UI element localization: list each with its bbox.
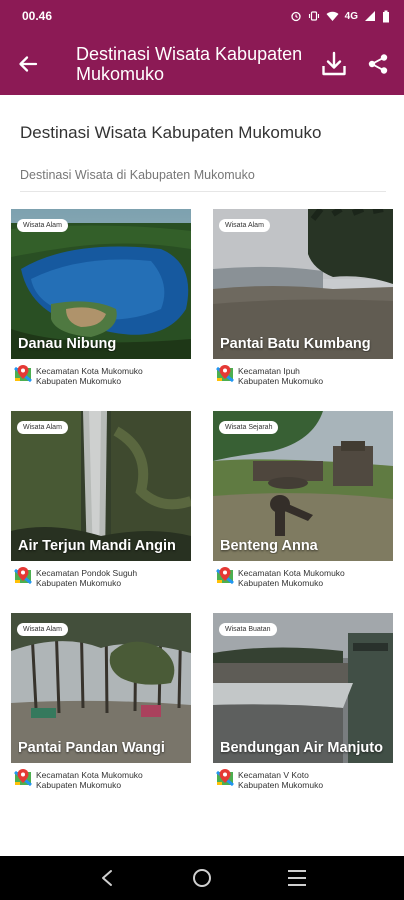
- destination-photo: Wisata Buatan Bendungan Air Manjuto: [213, 613, 393, 763]
- category-badge: Wisata Sejarah: [219, 421, 279, 434]
- destination-card[interactable]: Wisata Buatan Bendungan Air Manjuto Keca…: [213, 613, 393, 790]
- status-bar: 00.46 4G: [0, 0, 404, 32]
- vibrate-icon: [308, 11, 319, 21]
- destination-photo: Wisata Sejarah Benteng Anna: [213, 411, 393, 561]
- destination-card[interactable]: Wisata Alam Pantai Pandan Wangi Kecamata…: [11, 613, 191, 790]
- share-button[interactable]: [362, 48, 394, 80]
- card-title: Bendungan Air Manjuto: [220, 740, 383, 756]
- nav-recents-button[interactable]: [277, 858, 317, 898]
- nav-home-button[interactable]: [182, 858, 222, 898]
- card-location: Kecamatan Kota Mukomuko Kabupaten Mukomu…: [11, 768, 191, 790]
- category-badge: Wisata Alam: [17, 219, 68, 232]
- card-location: Kecamatan Kota Mukomuko Kabupaten Mukomu…: [11, 364, 191, 386]
- battery-icon: [383, 10, 389, 22]
- category-badge: Wisata Alam: [17, 421, 68, 434]
- destination-photo: Wisata Alam Air Terjun Mandi Angin: [11, 411, 191, 561]
- content-area: Destinasi Wisata Kabupaten Mukomuko Dest…: [0, 95, 404, 856]
- district-text: Kecamatan Kota Mukomuko: [36, 770, 143, 780]
- category-badge: Wisata Alam: [17, 623, 68, 636]
- destination-photo: Wisata Alam Danau Nibung: [11, 209, 191, 359]
- destination-card[interactable]: Wisata Alam Pantai Batu Kumbang Kecamata…: [213, 209, 393, 386]
- back-arrow-icon: [19, 55, 38, 72]
- nav-back-button[interactable]: [87, 858, 127, 898]
- share-icon: [368, 53, 388, 74]
- nav-back-icon: [102, 870, 113, 886]
- app-title: Destinasi Wisata Kabupaten Mukomuko: [76, 43, 303, 84]
- network-type: 4G: [344, 10, 358, 22]
- card-title: Danau Nibung: [18, 336, 117, 352]
- destination-card[interactable]: Wisata Alam Air Terjun Mandi Angin Kecam…: [11, 411, 191, 588]
- wifi-icon: [326, 11, 339, 21]
- signal-icon: [365, 11, 375, 21]
- card-title: Air Terjun Mandi Angin: [18, 538, 176, 554]
- regency-text: Kabupaten Mukomuko: [238, 578, 324, 588]
- location-pin-icon: [14, 567, 32, 585]
- location-pin-icon: [216, 769, 234, 787]
- destination-card[interactable]: Wisata Alam Danau Nibung Kecamatan Kota …: [11, 209, 191, 386]
- destination-photo: Wisata Alam Pantai Batu Kumbang: [213, 209, 393, 359]
- district-text: Kecamatan Kota Mukomuko: [36, 366, 143, 376]
- nav-home-icon: [192, 869, 211, 887]
- district-text: Kecamatan Ipuh: [238, 366, 300, 376]
- regency-text: Kabupaten Mukomuko: [36, 780, 122, 790]
- district-text: Kecamatan V Koto: [238, 770, 309, 780]
- regency-text: Kabupaten Mukomuko: [36, 376, 122, 386]
- status-time: 00.46: [22, 9, 53, 23]
- download-icon: [322, 51, 346, 75]
- card-title: Pantai Pandan Wangi: [18, 740, 165, 756]
- card-location: Kecamatan Ipuh Kabupaten Mukomuko: [213, 364, 393, 386]
- divider: [20, 191, 386, 192]
- district-text: Kecamatan Kota Mukomuko: [238, 568, 345, 578]
- district-text: Kecamatan Pondok Suguh: [36, 568, 138, 578]
- category-badge: Wisata Alam: [219, 219, 270, 232]
- card-title: Benteng Anna: [220, 538, 318, 554]
- back-button[interactable]: [0, 32, 56, 95]
- destination-photo: Wisata Alam Pantai Pandan Wangi: [11, 613, 191, 763]
- card-title: Pantai Batu Kumbang: [220, 336, 371, 352]
- destination-card[interactable]: Wisata Sejarah Benteng Anna Kecamatan Ko…: [213, 411, 393, 588]
- system-nav-bar: [0, 856, 404, 900]
- nav-recents-icon: [287, 870, 306, 886]
- page-subheading: Destinasi Wisata di Kabupaten Mukomuko: [20, 168, 255, 182]
- location-pin-icon: [14, 769, 32, 787]
- page-heading: Destinasi Wisata Kabupaten Mukomuko: [20, 123, 322, 142]
- card-location: Kecamatan V Koto Kabupaten Mukomuko: [213, 768, 393, 790]
- category-badge: Wisata Buatan: [219, 623, 277, 636]
- card-location: Kecamatan Pondok Suguh Kabupaten Mukomuk…: [11, 566, 191, 588]
- regency-text: Kabupaten Mukomuko: [238, 376, 324, 386]
- regency-text: Kabupaten Mukomuko: [238, 780, 324, 790]
- regency-text: Kabupaten Mukomuko: [36, 578, 122, 588]
- location-pin-icon: [216, 365, 234, 383]
- card-location: Kecamatan Kota Mukomuko Kabupaten Mukomu…: [213, 566, 393, 588]
- alarm-icon: [291, 11, 301, 22]
- location-pin-icon: [14, 365, 32, 383]
- status-icons: 4G: [290, 10, 390, 23]
- location-pin-icon: [216, 567, 234, 585]
- download-button[interactable]: [318, 48, 350, 80]
- app-bar: Destinasi Wisata Kabupaten Mukomuko: [0, 32, 404, 95]
